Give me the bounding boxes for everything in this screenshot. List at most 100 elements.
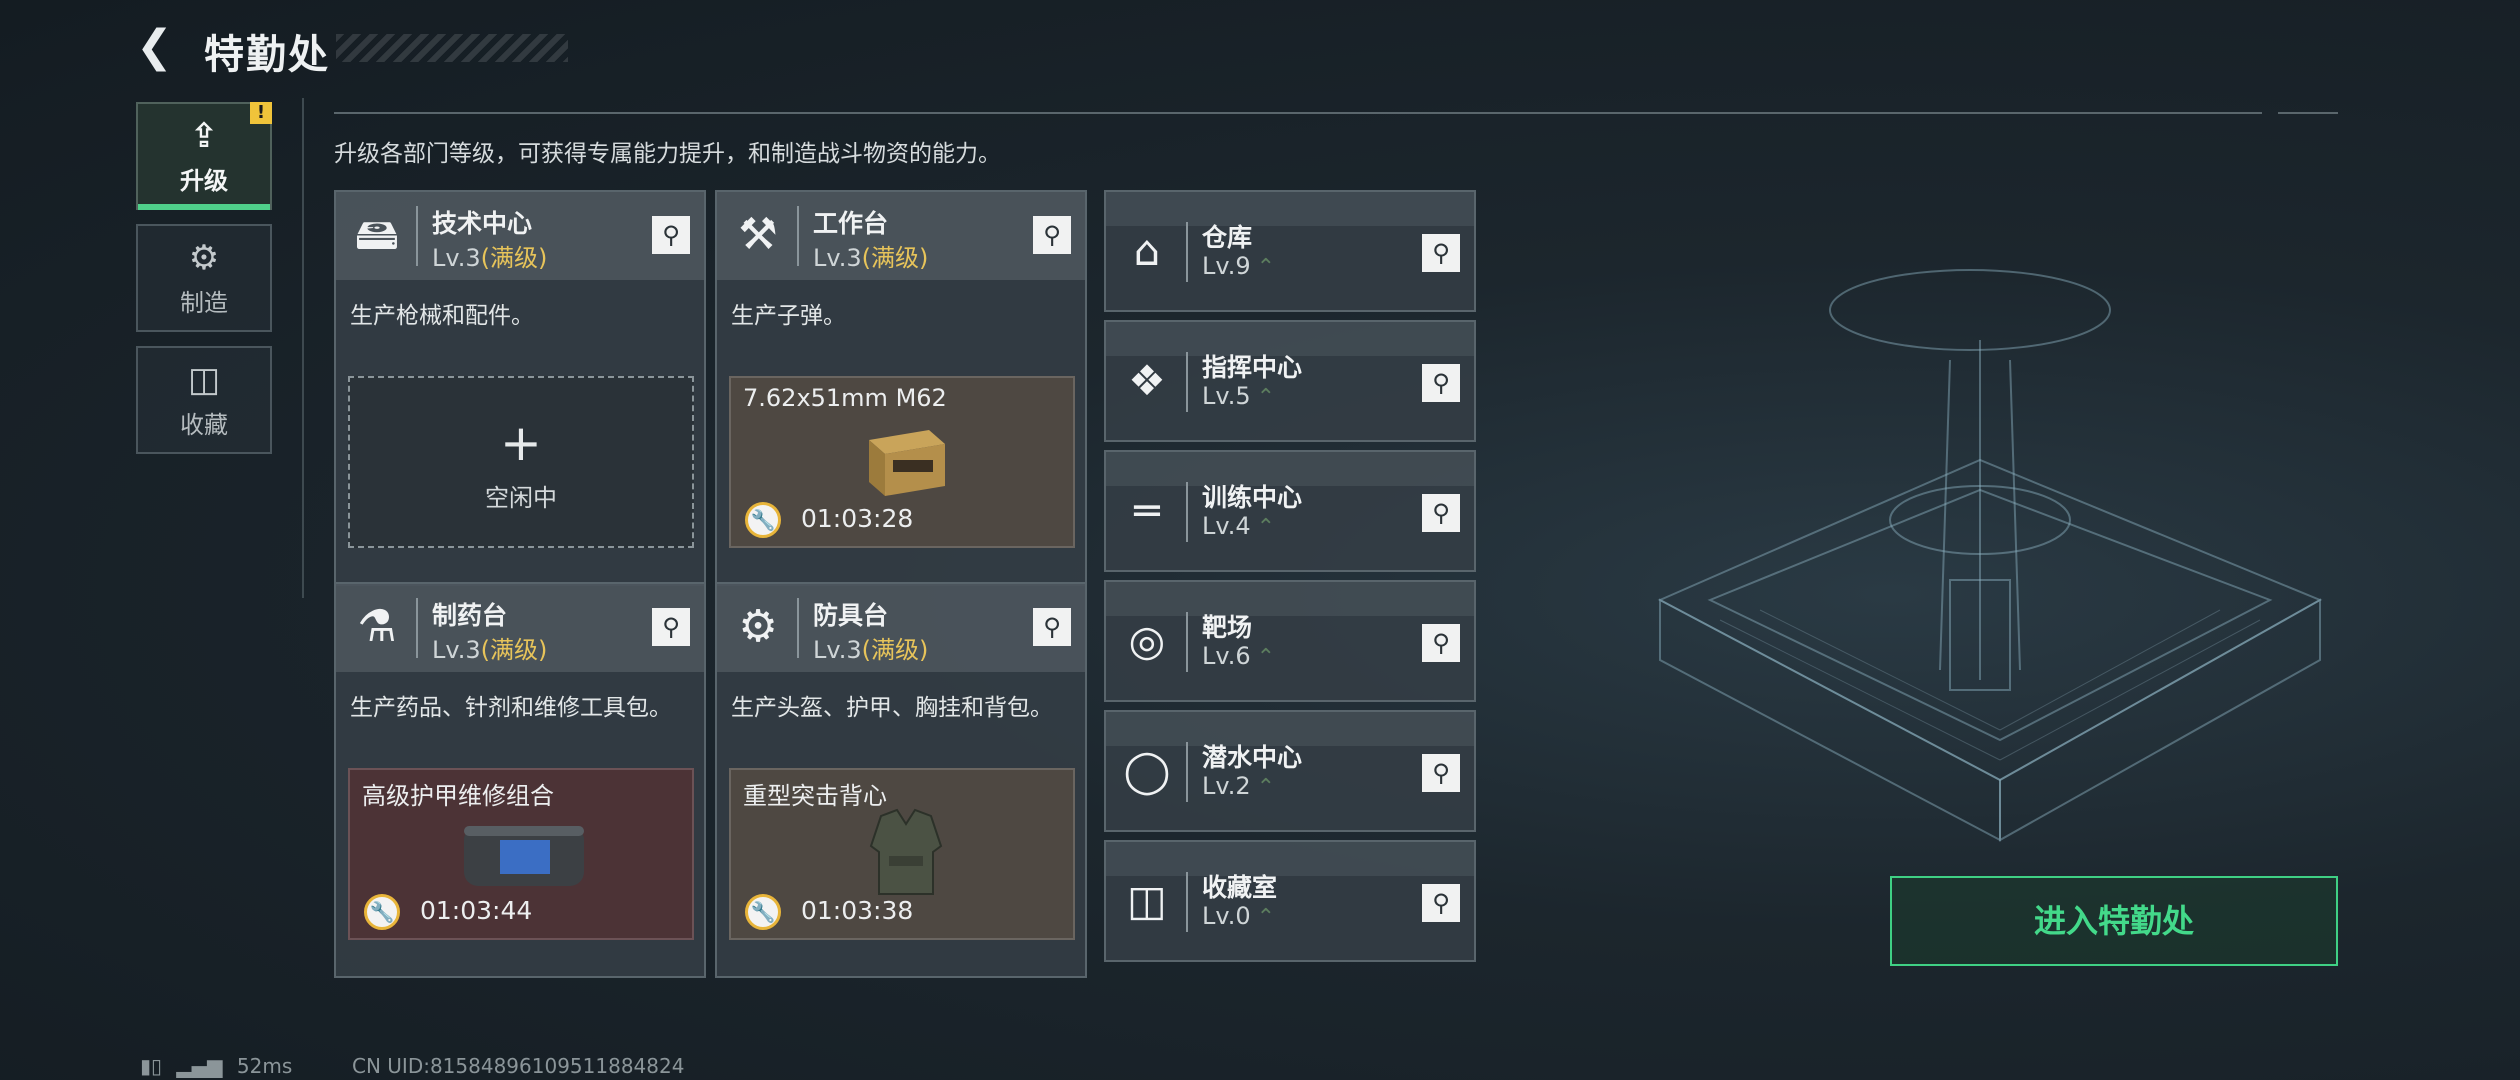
production-timer: 01:03:28 — [801, 504, 914, 533]
card-armor-bench[interactable]: ⚙ 防具台 Lv.3(满级) ⚲ 生产头盔、护甲、胸挂和背包。 重型突击背心 🔧… — [715, 582, 1087, 978]
divider — [797, 598, 799, 658]
facility-command-center[interactable]: ❖ 指挥中心 Lv.5 ⌃ ⚲ — [1104, 320, 1476, 442]
department-desc: 生产药品、针剂和维修工具包。 — [350, 695, 672, 721]
collection-room-icon: ◫ — [1127, 876, 1167, 925]
department-desc: 生产头盔、护甲、胸挂和背包。 — [731, 695, 1053, 721]
divider — [1186, 352, 1188, 412]
facility-collection-room[interactable]: ◫ 收藏室 Lv.0 ⌃ ⚲ — [1104, 840, 1476, 962]
card-workbench[interactable]: ⚒ 工作台 Lv.3(满级) ⚲ 生产子弹。 7.62x51mm M62 🔧 0… — [715, 190, 1087, 586]
search-icon[interactable]: ⚲ — [1422, 754, 1460, 792]
user-uid: CN UID:8158489610951188482­4 — [352, 1054, 685, 1078]
search-icon[interactable]: ⚲ — [1033, 216, 1071, 254]
tab-upgrade[interactable]: ⇪ 升级 ! — [136, 102, 272, 210]
department-level: Lv.3(满级) — [432, 244, 548, 272]
upgrade-chevron-icon: ⌃ — [1256, 645, 1276, 670]
production-slot[interactable]: 高级护甲维修组合 🔧 01:03:44 — [348, 768, 694, 940]
department-name: 工作台 — [813, 209, 889, 238]
armor-bench-icon: ⚙ — [738, 601, 778, 652]
armor-vest-image — [869, 808, 943, 895]
divider — [1186, 872, 1188, 932]
tech-center-icon: 🖴 — [354, 209, 400, 260]
idle-label: 空闲中 — [485, 484, 557, 512]
signal-icon: ▂▄▆ — [176, 1054, 223, 1078]
production-slot[interactable]: 7.62x51mm M62 🔧 01:03:28 — [729, 376, 1075, 548]
divider — [334, 112, 2262, 114]
facility-diving-center[interactable]: ◯ 潜水中心 Lv.2 ⌃ ⚲ — [1104, 710, 1476, 832]
tab-label: 制造 — [180, 288, 228, 317]
production-timer: 01:03:44 — [420, 896, 533, 925]
facility-level: Lv.0 ⌃ — [1202, 902, 1276, 930]
facility-target-range[interactable]: ◎ 靶场 Lv.6 ⌃ ⚲ — [1104, 580, 1476, 702]
facility-level: Lv.4 ⌃ — [1202, 512, 1276, 540]
facility-level: Lv.5 ⌃ — [1202, 382, 1276, 410]
search-icon[interactable]: ⚲ — [1422, 494, 1460, 532]
department-desc: 生产枪械和配件。 — [350, 303, 534, 329]
upgrade-chevron-icon: ⌃ — [1256, 385, 1276, 410]
production-slot[interactable]: 重型突击背心 🔧 01:03:38 — [729, 768, 1075, 940]
production-timer: 01:03:38 — [801, 896, 914, 925]
divider — [1186, 742, 1188, 802]
item-name: 高级护甲维修组合 — [362, 782, 554, 810]
tab-label: 收藏 — [180, 410, 228, 439]
facility-name: 靶场 — [1202, 613, 1253, 642]
wrench-timer-icon: 🔧 — [364, 894, 400, 930]
base-hologram-image — [1657, 269, 2323, 842]
search-icon[interactable]: ⚲ — [1033, 608, 1071, 646]
divider — [302, 98, 304, 598]
search-icon[interactable]: ⚲ — [1422, 364, 1460, 402]
divider — [1186, 482, 1188, 542]
upgrade-chevron-icon: ⌃ — [1256, 905, 1276, 930]
production-slot-empty[interactable]: + 空闲中 — [348, 376, 694, 548]
tab-collection[interactable]: ◫ 收藏 — [136, 346, 272, 454]
search-icon[interactable]: ⚲ — [652, 216, 690, 254]
department-level: Lv.3(满级) — [813, 244, 929, 272]
facility-name: 收藏室 — [1202, 873, 1278, 902]
facility-level: Lv.9 ⌃ — [1202, 252, 1276, 280]
search-icon[interactable]: ⚲ — [652, 608, 690, 646]
plus-icon: + — [500, 414, 542, 472]
upgrade-chevron-icon: ⌃ — [1256, 515, 1276, 540]
row-header — [1106, 192, 1474, 226]
card-pharmacy[interactable]: ⚗ 制药台 Lv.3(满级) ⚲ 生产药品、针剂和维修工具包。 高级护甲维修组合… — [334, 582, 706, 978]
wrench-timer-icon: 🔧 — [745, 894, 781, 930]
network-status: ▮▯ ▂▄▆ 52ms — [140, 1054, 292, 1078]
section-description: 升级各部门等级，可获得专属能力提升，和制造战斗物资的能力。 — [334, 141, 1001, 167]
divider — [2278, 112, 2338, 114]
department-name: 防具台 — [813, 601, 889, 630]
back-arrow-icon[interactable]: ❮ — [136, 24, 182, 70]
ammo-box-image — [869, 430, 945, 496]
row-header — [1106, 582, 1474, 616]
divider — [797, 206, 799, 266]
facility-name: 仓库 — [1202, 223, 1253, 252]
facility-warehouse[interactable]: ⌂ 仓库 Lv.9 ⌃ ⚲ — [1104, 190, 1476, 312]
alert-badge: ! — [250, 102, 272, 124]
page-title: 特勤处 — [204, 32, 330, 78]
wrench-timer-icon: 🔧 — [745, 502, 781, 538]
search-icon[interactable]: ⚲ — [1422, 624, 1460, 662]
search-icon[interactable]: ⚲ — [1422, 884, 1460, 922]
title-decoration — [336, 34, 568, 62]
divider — [416, 598, 418, 658]
divider — [1186, 612, 1188, 672]
divider — [416, 206, 418, 266]
department-name: 制药台 — [432, 601, 508, 630]
upgrade-chevron-icon: ⌃ — [1256, 255, 1276, 280]
gears-icon: ⚙ — [188, 237, 220, 278]
facility-level: Lv.6 ⌃ — [1202, 642, 1276, 670]
department-desc: 生产子弹。 — [731, 303, 846, 329]
facility-name: 指挥中心 — [1202, 353, 1303, 382]
search-icon[interactable]: ⚲ — [1422, 234, 1460, 272]
ping-text: 52ms — [236, 1054, 293, 1078]
tab-craft[interactable]: ⚙ 制造 — [136, 224, 272, 332]
enter-special-ops-button[interactable]: 进入特勤处 — [1890, 876, 2338, 966]
facility-level: Lv.2 ⌃ — [1202, 772, 1276, 800]
item-name: 7.62x51mm M62 — [743, 384, 947, 412]
facility-name: 潜水中心 — [1202, 743, 1303, 772]
target-range-icon: ◎ — [1128, 616, 1166, 665]
battery-icon: ▮▯ — [140, 1054, 163, 1078]
divider — [1186, 222, 1188, 282]
collection-icon: ◫ — [187, 359, 221, 400]
card-tech-center[interactable]: 🖴 技术中心 Lv.3(满级) ⚲ 生产枪械和配件。 + 空闲中 — [334, 190, 706, 586]
facility-training-center[interactable]: ═ 训练中心 Lv.4 ⌃ ⚲ — [1104, 450, 1476, 572]
tab-label: 升级 — [180, 166, 228, 195]
